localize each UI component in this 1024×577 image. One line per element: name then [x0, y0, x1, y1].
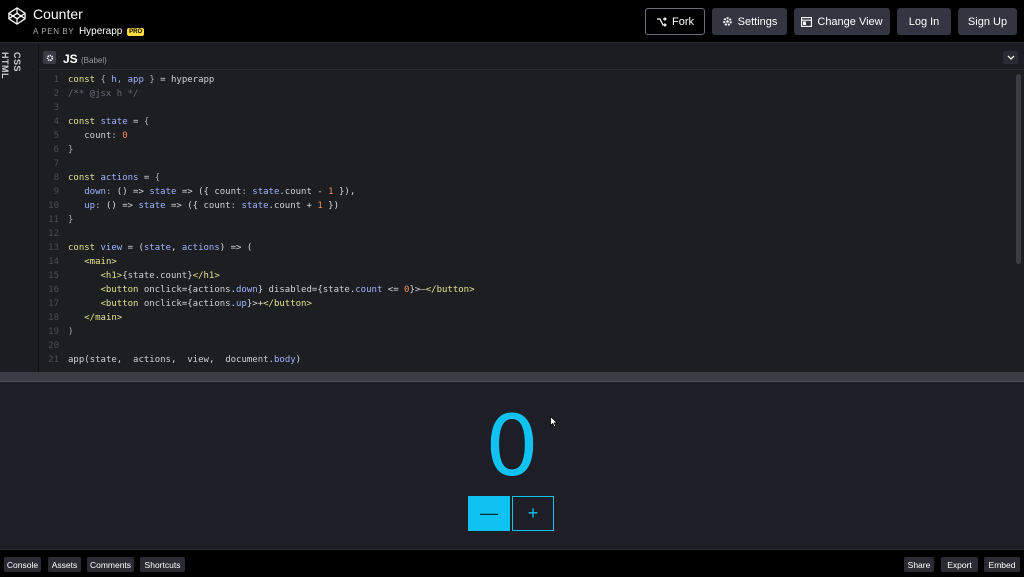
code-line: const { h, app } = hyperapp	[68, 75, 215, 85]
pen-byline: A PEN BY Hyperapp PRO	[33, 26, 145, 37]
line-number: 18	[48, 313, 59, 323]
fork-icon	[657, 16, 667, 27]
code-line: down: () => state => ({ count: state.cou…	[84, 187, 356, 197]
js-editor-header: JS (Babel)	[39, 44, 1024, 70]
line-number: 16	[48, 285, 59, 295]
code-line: up: () => state => ({ count: state.count…	[84, 201, 339, 211]
line-number: 8	[53, 173, 59, 183]
code-line: <button onclick={actions.up}>+</button>	[100, 299, 312, 309]
signup-button[interactable]: Sign Up	[958, 8, 1017, 35]
line-number: 17	[48, 299, 59, 309]
embed-button[interactable]: Embed	[984, 557, 1020, 572]
line-number: 15	[48, 271, 59, 281]
codepen-logo-icon[interactable]	[8, 7, 26, 25]
decrement-button[interactable]: —	[468, 496, 510, 531]
line-number: 4	[53, 117, 59, 127]
line-number: 11	[48, 215, 59, 225]
fork-button[interactable]: Fork	[645, 8, 705, 35]
settings-label: Settings	[737, 15, 778, 28]
code-line: app(state, actions, view, document.body)	[68, 355, 302, 365]
codepen-app: Counter A PEN BY Hyperapp PRO Fork Setti…	[0, 0, 1024, 577]
fork-label: Fork	[672, 15, 694, 28]
console-button[interactable]: Console	[4, 557, 41, 572]
shortcuts-button[interactable]: Shortcuts	[140, 557, 185, 572]
gear-icon	[722, 17, 732, 26]
chevron-down-icon	[1007, 55, 1014, 60]
code-line: }	[68, 145, 74, 155]
code-line: <h1>{state.count}</h1>	[100, 271, 220, 281]
line-number: 12	[48, 229, 59, 239]
line-number: 19	[48, 327, 59, 337]
editor-collapse-button[interactable]	[1003, 51, 1018, 64]
code-line: /** @jsx h */	[68, 89, 139, 99]
increment-button[interactable]: +	[512, 496, 554, 531]
change-view-label: Change View	[817, 15, 883, 28]
login-button[interactable]: Log In	[897, 8, 951, 35]
code-line: const actions = {	[68, 173, 161, 183]
code-line: const view = (state, actions) => (	[68, 243, 253, 253]
login-label: Log In	[908, 15, 940, 28]
line-number: 3	[53, 103, 59, 113]
line-number: 21	[48, 355, 59, 365]
export-button[interactable]: Export	[941, 557, 978, 572]
line-number: 6	[53, 145, 59, 155]
collapsed-editor-tabs: HTML CSS	[0, 44, 39, 372]
line-number: 2	[53, 89, 59, 99]
code-line: const state = {	[68, 117, 150, 127]
code-line: count: 0	[84, 131, 128, 141]
code-line: }	[68, 215, 74, 225]
code-editor[interactable]: 1 const { h, app } = hyperapp 2 /** @jsx h…	[39, 70, 1024, 372]
tab-css[interactable]: CSS	[12, 52, 22, 72]
mouse-cursor-icon	[550, 416, 558, 428]
byline-prefix: A PEN BY	[33, 27, 75, 36]
line-number: 14	[48, 257, 59, 267]
change-view-button[interactable]: Change View	[794, 8, 890, 35]
code-line: <main>	[84, 257, 117, 267]
editor-preprocessor: (Babel)	[81, 56, 107, 65]
editor-resize-handle[interactable]	[0, 372, 1024, 382]
result-preview: 0 — +	[0, 382, 1024, 549]
line-number: 10	[48, 201, 59, 211]
line-number: 5	[53, 131, 59, 141]
line-number: 13	[48, 243, 59, 253]
layout-icon	[801, 16, 813, 27]
pro-badge: PRO	[127, 28, 145, 36]
signup-label: Sign Up	[967, 15, 1008, 28]
settings-button[interactable]: Settings	[712, 8, 787, 35]
top-header: Counter A PEN BY Hyperapp PRO Fork Setti…	[0, 0, 1024, 43]
assets-button[interactable]: Assets	[48, 557, 81, 572]
bottom-bar: Console Assets Comments Shortcuts Share …	[0, 549, 1024, 577]
line-number: 1	[53, 75, 59, 85]
share-button[interactable]: Share	[904, 557, 934, 572]
editor-settings-button[interactable]	[43, 51, 56, 64]
editor-scrollbar[interactable]	[1016, 74, 1021, 264]
line-number: 9	[53, 187, 59, 197]
code-line: )	[68, 327, 74, 337]
pen-title: Counter	[33, 6, 83, 22]
author-link[interactable]: Hyperapp	[79, 26, 122, 37]
line-number: 7	[53, 159, 59, 169]
code-line: </main>	[84, 313, 123, 323]
counter-value: 0	[485, 397, 539, 495]
editor-language: JS	[63, 52, 78, 66]
code-line: <button onclick={actions.down} disabled=…	[100, 285, 475, 295]
tab-html[interactable]: HTML	[0, 52, 10, 79]
line-number: 20	[48, 341, 59, 351]
gear-icon	[46, 54, 53, 61]
comments-button[interactable]: Comments	[87, 557, 134, 572]
